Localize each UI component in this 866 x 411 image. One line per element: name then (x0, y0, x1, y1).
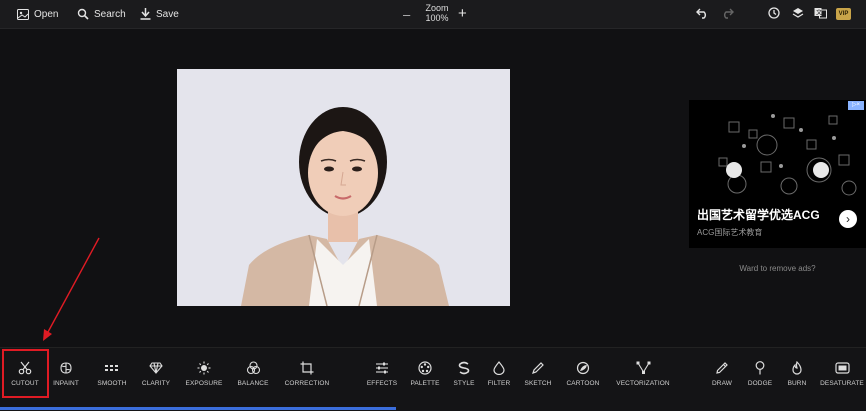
ad-subtitle: ACG国际艺术教育 (697, 228, 763, 237)
palette-icon (418, 361, 432, 375)
zoom-title: Zoom (425, 3, 449, 13)
smooth-grid-icon (105, 365, 118, 371)
adchoices-icon[interactable]: ▷× (848, 101, 864, 110)
top-toolbar: Open Search Save – Zoom 100% + 文 VIP (0, 0, 866, 29)
ad-title: 出国艺术留学优选ACG (697, 208, 820, 222)
tool-label: CLARITY (141, 380, 171, 387)
open-button[interactable]: Open (17, 6, 58, 22)
tool-label: CARTOON (566, 380, 600, 387)
chevron-right-icon[interactable]: › (839, 210, 857, 228)
zoom-out-button[interactable]: – (403, 7, 410, 22)
tool-label: SMOOTH (97, 380, 127, 387)
tool-label: SKETCH (524, 380, 552, 387)
canvas-image[interactable] (177, 69, 510, 307)
vector-nodes-icon (636, 361, 650, 374)
desaturate-icon (834, 362, 850, 374)
redo-icon[interactable] (721, 7, 734, 19)
crop-icon (300, 361, 314, 375)
zoom-control: – Zoom 100% + (400, 2, 474, 26)
tool-label: CORRECTION (284, 380, 330, 387)
drop-icon (493, 361, 505, 375)
scissors-icon (18, 361, 32, 375)
tool-correction[interactable]: CORRECTION (277, 352, 337, 392)
tool-desaturate[interactable]: DESATURATE (812, 352, 866, 392)
open-label: Open (34, 8, 59, 20)
tool-label: DESATURATE (820, 380, 864, 387)
tool-label: BURN (787, 380, 807, 387)
pen-icon (716, 362, 728, 374)
search-button[interactable]: Search (77, 6, 126, 22)
tool-label: EXPOSURE (185, 380, 223, 387)
tool-vectorization[interactable]: VECTORIZATION (613, 352, 673, 392)
dodge-lollipop-icon (755, 361, 765, 375)
brain-icon (60, 362, 72, 374)
search-image-icon (77, 8, 89, 20)
sun-icon (197, 361, 211, 375)
tool-label: CUTOUT (11, 380, 39, 387)
tool-cartoon[interactable]: CARTOON (553, 352, 613, 392)
image-icon (17, 8, 29, 20)
ad-caption: 出国艺术留学优选ACG ACG国际艺术教育 › (689, 200, 866, 248)
translate-icon[interactable]: 文 (814, 7, 827, 19)
tool-label: EFFECTS (366, 380, 398, 387)
portrait-photo (241, 107, 449, 307)
tool-label: INPAINT (53, 380, 79, 387)
tool-label: FILTER (487, 380, 511, 387)
history-icon[interactable] (768, 7, 780, 19)
sliders-icon (376, 362, 388, 374)
pencil-icon (532, 362, 544, 374)
color-circles-icon (246, 361, 260, 375)
save-button[interactable]: Save (140, 6, 179, 22)
tool-balance[interactable]: BALANCE (223, 352, 283, 392)
remove-ads-link[interactable]: Ward to remove ads? (689, 264, 866, 273)
undo-icon[interactable] (696, 7, 709, 19)
zoom-readout: Zoom 100% (418, 3, 456, 23)
cartoon-leaf-icon (576, 361, 590, 375)
svg-text:文: 文 (816, 9, 822, 17)
tool-label: VECTORIZATION (616, 380, 670, 387)
tool-label: DRAW (711, 380, 733, 387)
save-label: Save (156, 8, 179, 20)
advertisement-banner[interactable]: ▷× 出国艺术留学优选ACG ACG国际艺术教育 › (689, 100, 866, 248)
ad-pattern-image (718, 114, 857, 196)
search-label: Search (94, 8, 126, 20)
layers-icon[interactable] (792, 7, 804, 19)
flame-icon (792, 361, 802, 375)
tool-label: BALANCE (237, 380, 269, 387)
download-icon (140, 8, 151, 20)
zoom-in-button[interactable]: + (458, 5, 467, 22)
diamond-icon (149, 362, 163, 374)
zoom-value: 100% (425, 13, 449, 23)
vip-badge[interactable]: VIP (836, 8, 851, 20)
